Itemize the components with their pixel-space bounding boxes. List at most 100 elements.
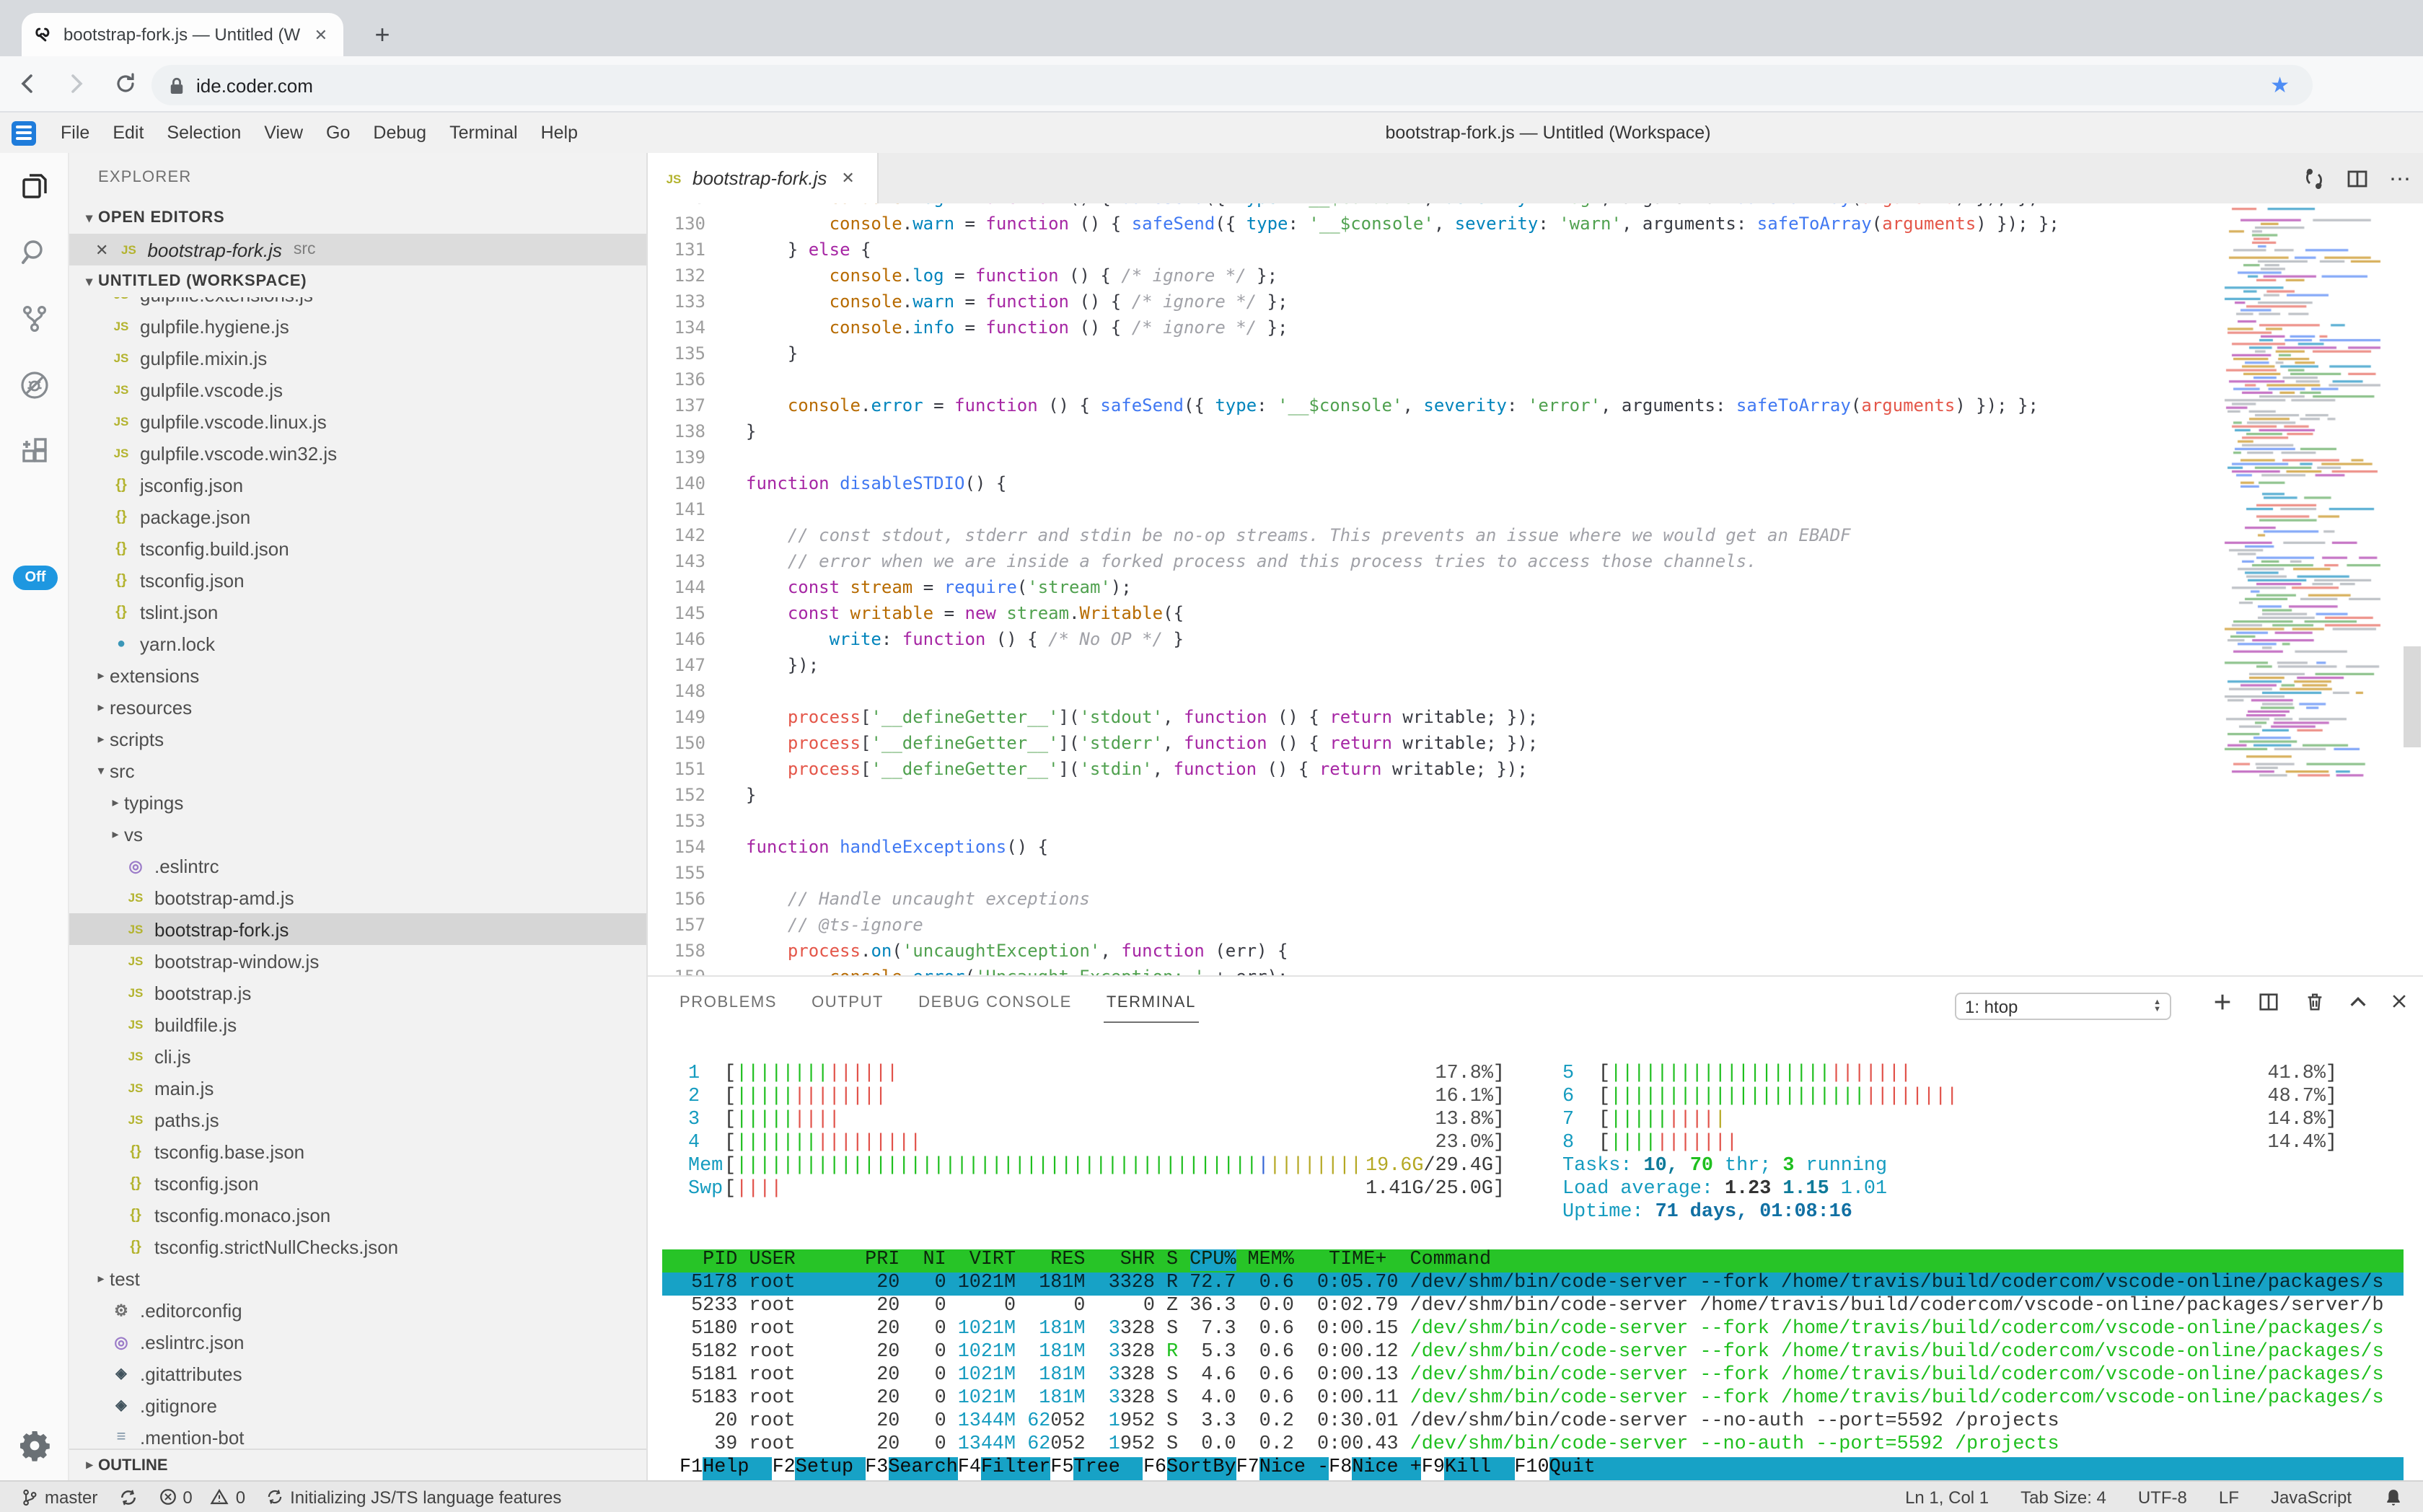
url-text[interactable]: ide.coder.com xyxy=(196,74,2270,96)
open-editors-header[interactable]: ▾ OPEN EDITORS xyxy=(69,202,646,234)
workspace-header[interactable]: ▾ UNTITLED (WORKSPACE) xyxy=(69,265,646,297)
settings-gear-icon[interactable] xyxy=(17,1428,52,1463)
panel-tab-output[interactable]: OUTPUT xyxy=(809,980,887,1022)
fkey-F5[interactable]: F5 xyxy=(1050,1457,1073,1480)
menu-view[interactable]: View xyxy=(252,123,315,143)
language-status-item[interactable]: Initializing JS/TS language features xyxy=(265,1487,561,1507)
search-icon[interactable] xyxy=(0,219,69,286)
tree-item-gulpfile.mixin.js[interactable]: JSgulpfile.mixin.js xyxy=(69,342,646,374)
tree-item-package.json[interactable]: {}package.json xyxy=(69,501,646,532)
panel-tab-terminal[interactable]: TERMINAL xyxy=(1104,980,1199,1022)
fkey-label-F6[interactable]: SortBy xyxy=(1166,1457,1236,1480)
tree-item-.editorconfig[interactable]: ⚙.editorconfig xyxy=(69,1294,646,1326)
back-icon[interactable] xyxy=(6,62,49,105)
process-row-2[interactable]: 5180 root 20 0 1021M 181M 3328 S 7.3 0.6… xyxy=(662,1319,2404,1342)
bookmark-star-icon[interactable]: ★ xyxy=(2270,72,2290,98)
close-icon[interactable]: ✕ xyxy=(95,240,108,259)
tree-item-paths.js[interactable]: JSpaths.js xyxy=(69,1104,646,1135)
tab-close-icon[interactable]: ✕ xyxy=(841,169,854,188)
more-actions-icon[interactable]: ⋯ xyxy=(2389,165,2412,191)
tree-item-tsconfig.monaco.json[interactable]: {}tsconfig.monaco.json xyxy=(69,1199,646,1231)
tree-item-bootstrap-amd.js[interactable]: JSbootstrap-amd.js xyxy=(69,882,646,913)
menu-selection[interactable]: Selection xyxy=(155,123,252,143)
tree-item-gulpfile.vscode.win32.js[interactable]: JSgulpfile.vscode.win32.js xyxy=(69,437,646,469)
new-terminal-icon[interactable] xyxy=(2212,977,2233,1026)
tree-item-tsconfig.base.json[interactable]: {}tsconfig.base.json xyxy=(69,1135,646,1167)
open-editor-item[interactable]: ✕ JS bootstrap-fork.js src xyxy=(69,234,646,265)
sync-button[interactable] xyxy=(118,1487,138,1507)
fkey-F1[interactable]: F1 xyxy=(680,1457,703,1480)
tree-folder-scripts[interactable]: ▸scripts xyxy=(69,723,646,755)
tree-item-main.js[interactable]: JSmain.js xyxy=(69,1072,646,1104)
tree-item-.mention-bot[interactable]: ≡.mention-bot xyxy=(69,1421,646,1449)
process-row-6[interactable]: 20 root 20 0 1344M 62052 1952 S 3.3 0.2 … xyxy=(662,1411,2404,1434)
fkey-label-F4[interactable]: Filter xyxy=(981,1457,1050,1480)
editor-tab[interactable]: JS bootstrap-fork.js ✕ xyxy=(648,153,879,203)
fkey-label-F9[interactable]: Kill xyxy=(1445,1457,1514,1480)
menu-terminal[interactable]: Terminal xyxy=(438,123,529,143)
tree-item-buildfile.js[interactable]: JSbuildfile.js xyxy=(69,1008,646,1040)
tree-folder-vs[interactable]: ▸vs xyxy=(69,818,646,850)
maximize-panel-icon[interactable] xyxy=(2347,977,2369,1026)
code-editor[interactable]: 129 console.log = function () { safeSend… xyxy=(648,203,2423,975)
menu-edit[interactable]: Edit xyxy=(101,123,155,143)
split-editor-icon[interactable] xyxy=(2346,167,2369,190)
editor-scrollbar[interactable] xyxy=(2404,646,2421,747)
terminal-select[interactable]: 1: htop ▲▼ xyxy=(1955,993,2171,1020)
fkey-label-F8[interactable]: Nice + xyxy=(1352,1457,1421,1480)
tree-item-gulpfile.hygiene.js[interactable]: JSgulpfile.hygiene.js xyxy=(69,310,646,342)
tree-folder-typings[interactable]: ▸typings xyxy=(69,786,646,818)
fkey-label-F1[interactable]: Help xyxy=(703,1457,772,1480)
process-row-5[interactable]: 5183 root 20 0 1021M 181M 3328 S 4.0 0.6… xyxy=(662,1388,2404,1411)
fkey-label-F3[interactable]: Search xyxy=(888,1457,957,1480)
tree-item-bootstrap.js[interactable]: JSbootstrap.js xyxy=(69,977,646,1008)
tree-item-yarn.lock[interactable]: ●yarn.lock xyxy=(69,628,646,659)
menu-debug[interactable]: Debug xyxy=(361,123,438,143)
tree-item-tsconfig.build.json[interactable]: {}tsconfig.build.json xyxy=(69,532,646,564)
fkey-label-F5[interactable]: Tree xyxy=(1074,1457,1143,1480)
tree-item-gulpfile.extensions.js[interactable]: JSgulpfile.extensions.js xyxy=(69,297,646,310)
fkey-F2[interactable]: F2 xyxy=(773,1457,796,1480)
menu-help[interactable]: Help xyxy=(529,123,589,143)
minimap[interactable] xyxy=(2219,203,2392,781)
fkey-label-F2[interactable]: Setup xyxy=(796,1457,865,1480)
tree-folder-resources[interactable]: ▸resources xyxy=(69,691,646,723)
tree-item-.eslintrc.json[interactable]: ◎.eslintrc.json xyxy=(69,1326,646,1358)
open-changes-icon[interactable] xyxy=(2303,167,2326,190)
panel-tab-debug-console[interactable]: DEBUG CONSOLE xyxy=(915,980,1075,1022)
fkey-label-F10[interactable]: Quit xyxy=(1549,1457,1596,1480)
fkey-F8[interactable]: F8 xyxy=(1329,1457,1352,1480)
tree-item-.eslintrc[interactable]: ◎.eslintrc xyxy=(69,850,646,882)
tree-item-.gitignore[interactable]: ◈.gitignore xyxy=(69,1389,646,1421)
explorer-icon[interactable] xyxy=(0,153,69,219)
address-bar[interactable]: ide.coder.com ★ xyxy=(151,65,2313,105)
tree-item-tsconfig.json[interactable]: {}tsconfig.json xyxy=(69,1167,646,1199)
tree-item-jsconfig.json[interactable]: {}jsconfig.json xyxy=(69,469,646,501)
kill-terminal-icon[interactable] xyxy=(2304,977,2326,1026)
tree-item-bootstrap-window.js[interactable]: JSbootstrap-window.js xyxy=(69,945,646,977)
tree-item-gulpfile.vscode.js[interactable]: JSgulpfile.vscode.js xyxy=(69,374,646,405)
fkey-F3[interactable]: F3 xyxy=(865,1457,888,1480)
menu-file[interactable]: File xyxy=(49,123,101,143)
tree-item-tslint.json[interactable]: {}tslint.json xyxy=(69,596,646,628)
forward-icon[interactable] xyxy=(55,62,98,105)
tab-close-icon[interactable]: ✕ xyxy=(310,25,332,44)
tree-folder-src[interactable]: ▾src xyxy=(69,755,646,786)
tree-item-gulpfile.vscode.linux.js[interactable]: JSgulpfile.vscode.linux.js xyxy=(69,405,646,437)
reload-icon[interactable] xyxy=(104,62,147,105)
fkey-F9[interactable]: F9 xyxy=(1422,1457,1445,1480)
status-tab-size-4[interactable]: Tab Size: 4 xyxy=(2020,1487,2106,1507)
extensions-icon[interactable] xyxy=(0,418,69,485)
process-row-4[interactable]: 5181 root 20 0 1021M 181M 3328 S 4.6 0.6… xyxy=(662,1365,2404,1388)
fkey-F10[interactable]: F10 xyxy=(1514,1457,1549,1480)
problems-item[interactable]: 0 0 xyxy=(158,1487,245,1507)
process-row-0[interactable]: 5178 root 20 0 1021M 181M 3328 R 72.7 0.… xyxy=(662,1273,2404,1296)
bell-icon[interactable] xyxy=(2383,1487,2404,1507)
status-javascript[interactable]: JavaScript xyxy=(2271,1487,2352,1507)
outline-header[interactable]: ▸ OUTLINE xyxy=(69,1449,646,1480)
tree-item-bootstrap-fork.js[interactable]: JSbootstrap-fork.js xyxy=(69,913,646,945)
tree-item-tsconfig.json[interactable]: {}tsconfig.json xyxy=(69,564,646,596)
panel-tab-problems[interactable]: PROBLEMS xyxy=(677,980,780,1022)
close-panel-icon[interactable] xyxy=(2389,977,2409,1026)
terminal[interactable]: 1[||||||||||||||17.8%]2[|||||||||||||16.… xyxy=(662,1026,2404,1480)
